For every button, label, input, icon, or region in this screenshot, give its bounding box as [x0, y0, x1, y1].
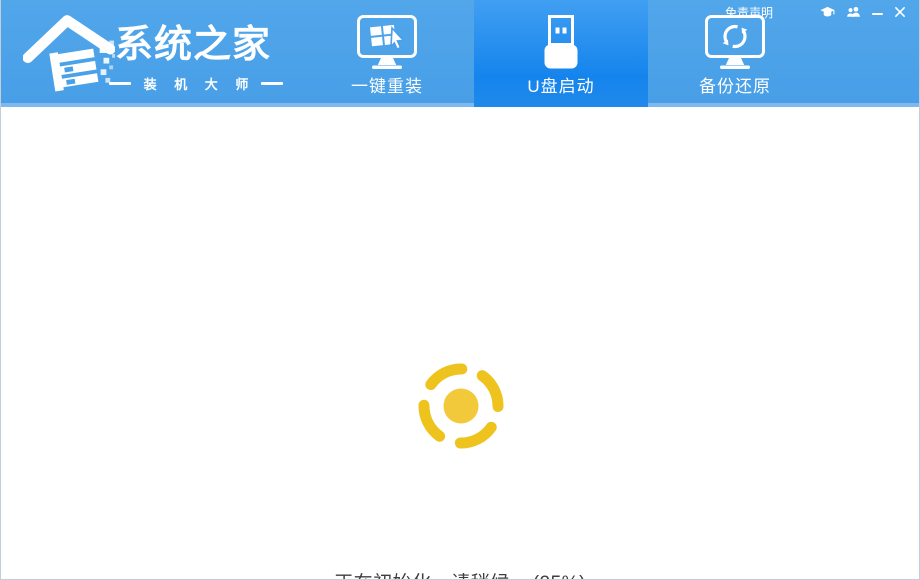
- app-logo: 系统之家 装 机 大 师: [21, 5, 301, 100]
- tab-usb-boot[interactable]: U盘启动: [474, 0, 648, 107]
- tab-label: 备份还原: [648, 72, 822, 97]
- service-cap-icon[interactable]: [820, 4, 835, 20]
- main-nav-tabs: 一键重装 U盘启动 备份还原: [300, 0, 822, 107]
- subtitle-dash-left: [109, 82, 131, 85]
- tab-label: U盘启动: [474, 72, 648, 97]
- app-subtitle: 装 机 大 师: [144, 74, 256, 93]
- logo-text: 系统之家 装 机 大 师: [115, 13, 285, 93]
- minimize-icon: [872, 13, 883, 15]
- user-group-icon[interactable]: [846, 4, 861, 20]
- tab-one-key-reinstall[interactable]: 一键重装: [300, 0, 474, 103]
- monitor-restore-icon: [705, 15, 765, 71]
- main-content: 正在初始化，请稍候... (25%): [1, 107, 919, 579]
- loading-spinner-icon: [411, 356, 511, 456]
- close-icon: [894, 6, 906, 18]
- app-window: 系统之家 装 机 大 师 免责声明: [0, 0, 920, 580]
- usb-drive-icon: [538, 15, 584, 70]
- minimize-button[interactable]: [872, 4, 883, 20]
- loading-status-text: 正在初始化，请稍候... (25%): [1, 568, 919, 580]
- app-subtitle-row: 装 机 大 师: [115, 74, 277, 93]
- subtitle-dash-right: [261, 82, 283, 85]
- tab-label: 一键重装: [300, 72, 474, 97]
- monitor-windows-icon: [357, 15, 417, 71]
- tab-backup-restore[interactable]: 备份还原: [648, 0, 822, 103]
- app-title: 系统之家: [115, 13, 285, 68]
- close-button[interactable]: [894, 4, 906, 20]
- house-logo-icon: [23, 9, 115, 97]
